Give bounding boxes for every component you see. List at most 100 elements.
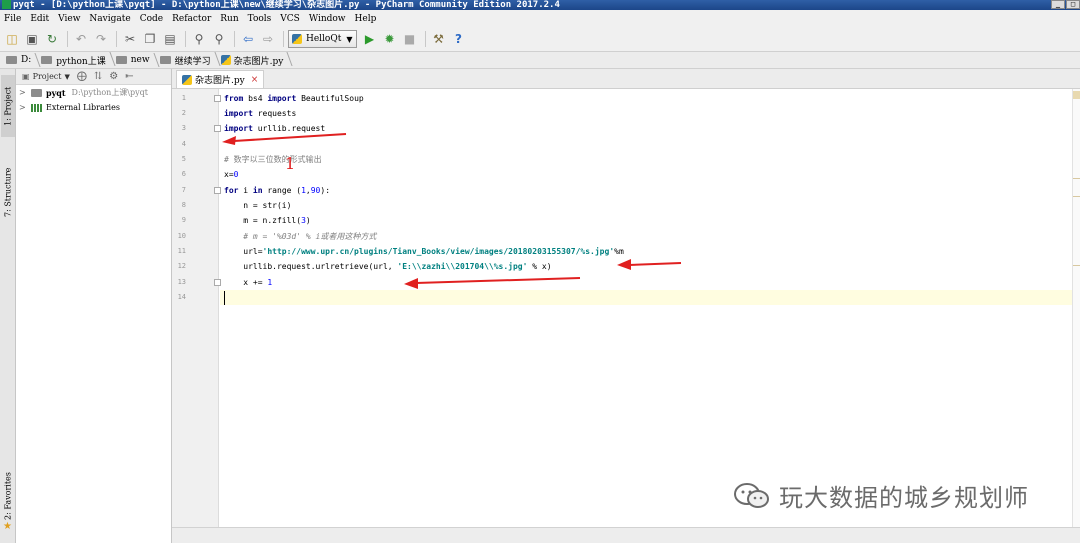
code-keyword: import <box>267 94 297 103</box>
chevron-right-icon[interactable]: > <box>19 88 31 97</box>
project-view-select[interactable]: Project <box>33 72 62 81</box>
line-number: 3 <box>181 124 186 132</box>
debug-icon[interactable]: ✹ <box>381 30 399 48</box>
annotation-number: 1 <box>285 154 296 173</box>
back-icon[interactable]: ⇦ <box>239 30 257 48</box>
menu-run[interactable]: Run <box>216 14 243 24</box>
minimize-button[interactable]: _ <box>1051 0 1065 9</box>
chevron-right-icon[interactable]: > <box>19 103 31 112</box>
paste-icon[interactable]: ▤ <box>161 30 179 48</box>
code-text: x= <box>224 170 234 179</box>
menu-code[interactable]: Code <box>136 14 168 24</box>
line-number: 6 <box>181 170 186 178</box>
python-file-icon <box>292 34 302 44</box>
line-number: 2 <box>181 109 186 117</box>
tool-window-tab-structure[interactable]: 7: Structure <box>1 153 15 231</box>
run-configuration-select[interactable]: HelloQt ▼ <box>288 30 357 48</box>
save-icon[interactable]: ▣ <box>23 30 41 48</box>
undo-icon[interactable]: ↶ <box>72 30 90 48</box>
watermark-text: 玩大数据的城乡规划师 <box>779 484 1029 512</box>
line-number: 9 <box>181 216 186 224</box>
gear-icon[interactable]: ⚙ <box>109 71 118 82</box>
stop-icon[interactable]: ■ <box>401 30 419 48</box>
run-icon[interactable]: ▶ <box>361 30 379 48</box>
line-number-gutter: 1 2 3 4 5 6 7 8 9 10 11 12 13 14 <box>172 89 221 527</box>
redo-icon[interactable]: ↷ <box>92 30 110 48</box>
code-number: 90 <box>310 186 321 195</box>
breadcrumb-drive[interactable]: D: <box>4 55 39 65</box>
line-number: 12 <box>177 262 186 270</box>
code-line: m = n.zfill(3) <box>224 213 310 228</box>
collapse-all-icon[interactable]: ⇅ <box>94 71 102 82</box>
editor-tab[interactable]: 杂志图片.py × <box>176 70 265 88</box>
breadcrumb-folder[interactable]: 继续学习 <box>158 54 219 67</box>
menu-tools[interactable]: Tools <box>244 14 277 24</box>
help-icon[interactable]: ? <box>450 30 468 48</box>
forward-icon[interactable]: ⇨ <box>259 30 277 48</box>
code-line: url='http://www.upr.cn/plugins/Tianv_Boo… <box>224 244 624 259</box>
menu-edit[interactable]: Edit <box>26 14 54 24</box>
warning-marker[interactable] <box>1073 196 1080 197</box>
pycharm-app-icon <box>2 0 11 9</box>
code-text: range ( <box>262 186 302 195</box>
tool-window-tab-label: 2: Favorites <box>3 472 13 520</box>
menu-navigate[interactable]: Navigate <box>85 14 135 24</box>
chevron-down-icon[interactable]: ▼ <box>65 73 70 81</box>
code-text: bs4 <box>243 94 268 103</box>
tree-item-external-libraries[interactable]: > External Libraries <box>16 100 171 115</box>
inspection-status-icon <box>1073 91 1080 99</box>
line-number: 1 <box>181 94 186 102</box>
sync-icon[interactable]: ↻ <box>43 30 61 48</box>
code-text: BeautifulSoup <box>296 94 364 103</box>
menu-vcs[interactable]: VCS <box>276 14 305 24</box>
tool-window-tab-project[interactable]: 1: Project <box>1 75 15 137</box>
project-panel-header: ▣ Project ▼ ⨁ ⇅ ⚙ ⇤ <box>16 69 171 85</box>
breadcrumb-folder[interactable]: python上课 <box>39 54 113 67</box>
menu-view[interactable]: View <box>54 14 85 24</box>
toolbar-separator <box>116 31 117 47</box>
breadcrumb-label: new <box>130 55 150 65</box>
maximize-button[interactable]: □ <box>1066 0 1080 9</box>
settings-icon[interactable]: ⚒ <box>430 30 448 48</box>
cut-icon[interactable]: ✂ <box>121 30 139 48</box>
python-file-icon <box>220 55 231 65</box>
tree-item-project-root[interactable]: > pyqt D:\python上课\pyqt <box>16 85 171 100</box>
code-line: x=0 <box>224 167 238 182</box>
replace-icon[interactable]: ⚲ <box>210 30 228 48</box>
text-caret <box>224 291 225 305</box>
close-tab-icon[interactable]: × <box>251 75 259 85</box>
current-line-highlight <box>220 290 1072 305</box>
breadcrumb-folder[interactable]: new <box>114 55 158 65</box>
warning-marker[interactable] <box>1073 178 1080 179</box>
menu-file[interactable]: File <box>0 14 26 24</box>
window-title-bar: pyqt - [D:\python上课\pyqt] - D:\python上课\… <box>0 0 1080 10</box>
tree-item-path: D:\python上课\pyqt <box>71 88 148 97</box>
menu-refactor[interactable]: Refactor <box>168 14 216 24</box>
code-line: x += 1 <box>224 275 272 290</box>
locate-file-icon[interactable]: ⨁ <box>77 71 87 82</box>
project-panel: ▣ Project ▼ ⨁ ⇅ ⚙ ⇤ > pyqt D:\python上课\p… <box>16 69 172 543</box>
folder-icon <box>115 56 127 64</box>
hide-panel-icon[interactable]: ⇤ <box>125 71 133 82</box>
favorites-star-icon: ★ <box>3 521 12 532</box>
menu-help[interactable]: Help <box>351 14 382 24</box>
status-bar <box>172 527 1080 543</box>
library-icon <box>31 103 42 112</box>
toolbar-separator <box>185 31 186 47</box>
annotation-arrow-1 <box>222 133 347 145</box>
line-number: 10 <box>177 232 186 240</box>
code-text: requests <box>252 109 297 118</box>
open-folder-icon[interactable]: ◫ <box>3 30 21 48</box>
breadcrumb-file[interactable]: 杂志图片.py <box>219 54 292 67</box>
code-number: 0 <box>233 170 239 179</box>
code-keyword: from <box>224 94 244 103</box>
code-area[interactable]: from bs4 import BeautifulSoup import req… <box>220 89 1072 527</box>
menu-window[interactable]: Window <box>305 14 351 24</box>
find-icon[interactable]: ⚲ <box>190 30 208 48</box>
line-number: 13 <box>177 278 186 286</box>
code-string: 'http://www.upr.cn/plugins/Tianv_Books/v… <box>262 247 615 256</box>
toolbar-separator <box>424 31 426 47</box>
copy-icon[interactable]: ❐ <box>141 30 159 48</box>
window-controls: _ □ <box>1050 0 1080 10</box>
warning-marker[interactable] <box>1073 265 1080 266</box>
